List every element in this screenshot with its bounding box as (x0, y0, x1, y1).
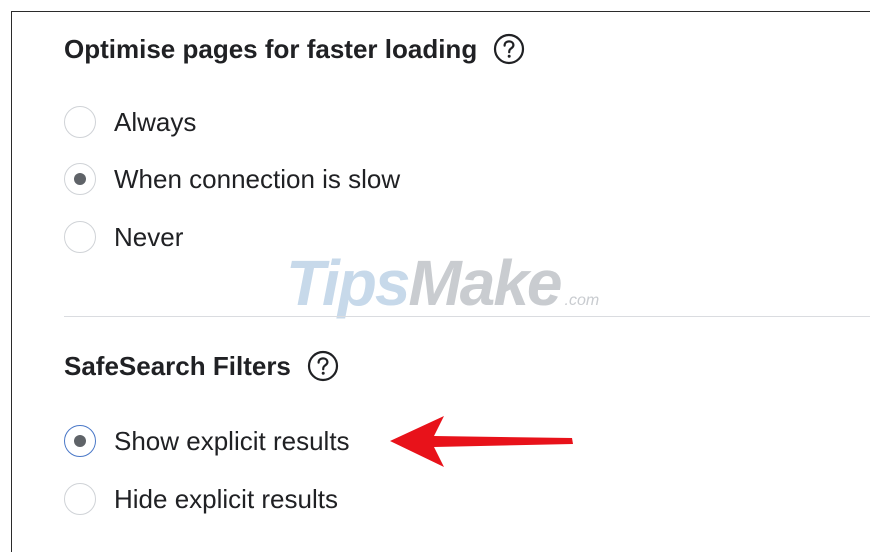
speed-section-title-text: Optimise pages for faster loading (64, 33, 478, 64)
help-circle-icon[interactable] (307, 350, 339, 382)
radio-dot (74, 435, 86, 447)
speed-section-title: Optimise pages for faster loading (64, 33, 525, 65)
radio-option-always[interactable]: Always (64, 103, 196, 141)
radio-label: Hide explicit results (114, 483, 338, 514)
radio-option-when-slow[interactable]: When connection is slow (64, 160, 400, 198)
radio-option-show-explicit[interactable]: Show explicit results (64, 422, 350, 460)
safesearch-section-title: SafeSearch Filters (64, 350, 339, 382)
radio-label: Always (114, 106, 197, 137)
radio-option-never[interactable]: Never (64, 218, 183, 256)
radio-button-checked[interactable] (64, 425, 96, 457)
settings-panel (11, 11, 870, 552)
radio-label: When connection is slow (114, 163, 401, 194)
radio-dot (74, 173, 86, 185)
section-divider (64, 316, 870, 317)
radio-button[interactable] (64, 221, 96, 253)
radio-option-hide-explicit[interactable]: Hide explicit results (64, 480, 338, 518)
safesearch-section-title-text: SafeSearch Filters (64, 350, 291, 381)
radio-button[interactable] (64, 106, 96, 138)
help-circle-icon[interactable] (493, 33, 525, 65)
radio-button[interactable] (64, 483, 96, 515)
radio-label: Never (114, 221, 184, 252)
radio-label: Show explicit results (114, 425, 350, 456)
radio-button-checked[interactable] (64, 163, 96, 195)
red-arrow-annotation (390, 416, 573, 467)
